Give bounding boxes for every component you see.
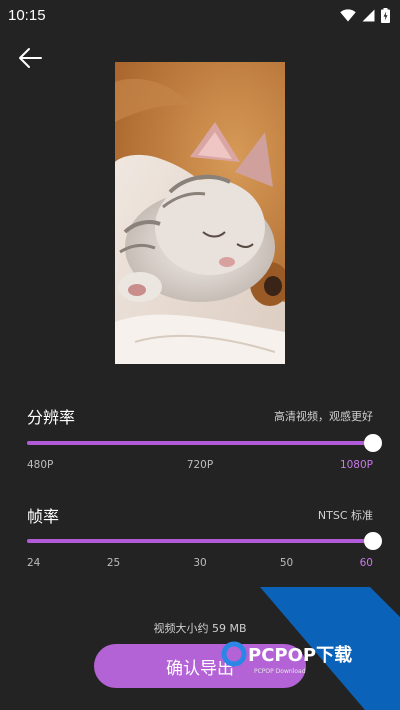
video-preview xyxy=(115,62,285,364)
resolution-slider-thumb[interactable] xyxy=(364,434,382,452)
watermark-logo: PCPOP下载 PCPOP Download xyxy=(221,641,352,675)
kitten-image xyxy=(115,62,285,364)
video-size-text: 视频大小约 59 MB xyxy=(153,622,247,635)
framerate-tick-25[interactable]: 25 xyxy=(107,557,120,569)
framerate-tick-30[interactable]: 30 xyxy=(193,557,206,569)
framerate-tick-50[interactable]: 50 xyxy=(280,557,293,569)
arrow-left-icon xyxy=(19,48,42,68)
resolution-slider[interactable] xyxy=(27,433,382,453)
resolution-slider-fill xyxy=(27,441,373,445)
framerate-slider-fill xyxy=(27,539,373,543)
framerate-title: 帧率 xyxy=(27,507,60,526)
framerate-description: NTSC 标准 xyxy=(317,509,373,522)
resolution-tick-720p[interactable]: 720P xyxy=(187,459,213,471)
framerate-ticks: 24 25 30 50 60 xyxy=(27,557,373,571)
resolution-tick-1080p[interactable]: 1080P xyxy=(340,459,373,471)
resolution-ticks: 480P 720P 1080P xyxy=(27,459,373,473)
resolution-tick-480p[interactable]: 480P xyxy=(27,459,53,471)
framerate-slider-thumb[interactable] xyxy=(364,532,382,550)
framerate-tick-24[interactable]: 24 xyxy=(27,557,40,569)
signal-icon xyxy=(362,9,375,21)
watermark-sub: PCPOP Download xyxy=(254,668,306,675)
watermark-brand: PCPOP下载 xyxy=(248,644,352,666)
resolution-description: 高清视频，观感更好 xyxy=(274,410,373,423)
framerate-tick-60[interactable]: 60 xyxy=(360,557,373,569)
system-icons xyxy=(340,7,390,23)
resolution-title: 分辨率 xyxy=(27,408,76,427)
status-bar: 10:15 xyxy=(0,0,400,30)
status-time: 10:15 xyxy=(8,6,46,24)
back-button[interactable] xyxy=(14,42,46,74)
battery-icon xyxy=(381,7,390,23)
framerate-slider[interactable] xyxy=(27,531,382,551)
wifi-icon xyxy=(340,8,356,21)
